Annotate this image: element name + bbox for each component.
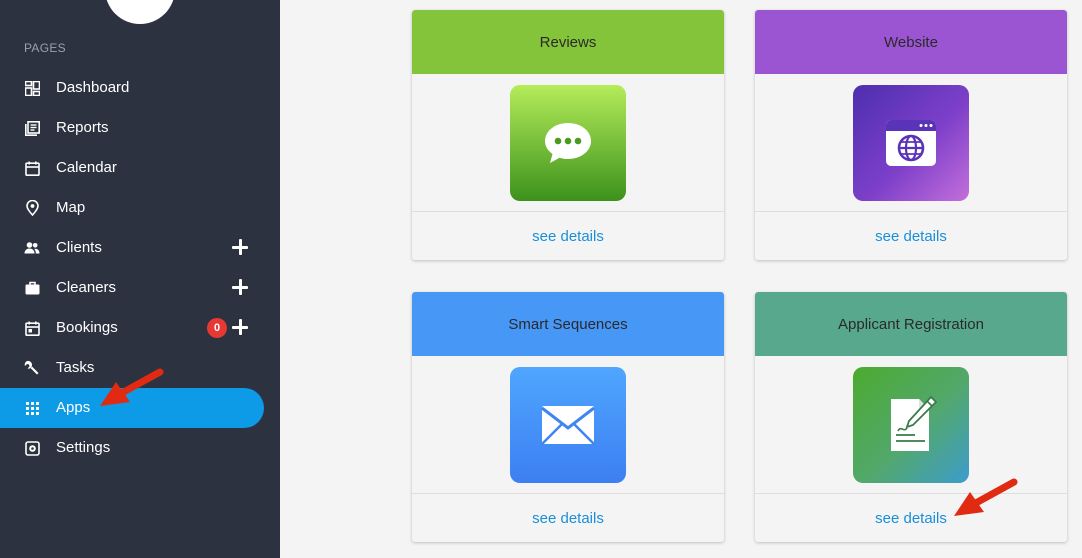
sidebar-item-cleaners[interactable]: Cleaners	[0, 268, 264, 308]
reviews-see-details-link[interactable]: see details	[532, 228, 604, 245]
sidebar-item-bookings[interactable]: Bookings 0	[0, 308, 264, 348]
add-booking-button[interactable]	[230, 317, 250, 337]
sidebar-item-label: Cleaners	[56, 279, 117, 296]
document-pen-icon[interactable]	[853, 366, 969, 483]
website-see-details-link[interactable]: see details	[875, 228, 947, 245]
wrench-icon	[24, 360, 40, 376]
card-title: Applicant Registration	[755, 292, 1067, 356]
card-title: Smart Sequences	[412, 292, 724, 356]
smart-sequences-see-details-link[interactable]: see details	[532, 510, 604, 527]
sidebar-item-label: Reports	[56, 119, 109, 136]
app-card-smart-sequences: Smart Sequences see details	[412, 292, 724, 542]
browser-globe-icon[interactable]	[853, 84, 969, 201]
avatar[interactable]	[105, 0, 175, 24]
briefcase-icon	[24, 280, 40, 296]
sidebar-item-clients[interactable]: Clients	[0, 228, 264, 268]
sidebar-item-label: Dashboard	[56, 79, 130, 96]
sidebar-section-label: PAGES	[24, 41, 66, 55]
sidebar-item-label: Calendar	[56, 159, 117, 176]
settings-icon	[24, 440, 40, 456]
sidebar: PAGES Dashboard Reports Calendar Map Cli…	[0, 0, 280, 558]
clients-icon	[24, 240, 40, 256]
card-title: Reviews	[412, 10, 724, 74]
sidebar-item-label: Map	[56, 199, 86, 216]
sidebar-item-map[interactable]: Map	[0, 188, 264, 228]
envelope-icon[interactable]	[510, 366, 626, 483]
bookings-count-badge: 0	[207, 318, 227, 338]
sidebar-item-label: Tasks	[56, 359, 95, 376]
sidebar-item-label: Bookings	[56, 319, 118, 336]
app-card-applicant-registration: Applicant Registration see details	[755, 292, 1067, 542]
bookings-icon	[24, 320, 40, 336]
app-card-reviews: Reviews see details	[412, 10, 724, 260]
sidebar-item-label: Apps	[56, 399, 91, 416]
calendar-icon	[24, 160, 40, 176]
sidebar-item-tasks[interactable]: Tasks	[0, 348, 264, 388]
chat-bubble-icon[interactable]	[510, 84, 626, 201]
sidebar-item-label: Settings	[56, 439, 111, 456]
dashboard-icon	[24, 80, 40, 96]
app-card-website: Website see details	[755, 10, 1067, 260]
applicant-registration-see-details-link[interactable]: see details	[875, 510, 947, 527]
sidebar-item-settings[interactable]: Settings	[0, 428, 264, 468]
card-title: Website	[755, 10, 1067, 74]
map-pin-icon	[24, 200, 40, 216]
sidebar-item-reports[interactable]: Reports	[0, 108, 264, 148]
sidebar-item-label: Clients	[56, 239, 102, 256]
sidebar-item-dashboard[interactable]: Dashboard	[0, 68, 264, 108]
reports-icon	[24, 120, 40, 136]
apps-grid-icon	[24, 400, 40, 416]
add-client-button[interactable]	[230, 237, 250, 257]
add-cleaner-button[interactable]	[230, 277, 250, 297]
sidebar-item-calendar[interactable]: Calendar	[0, 148, 264, 188]
sidebar-item-apps[interactable]: Apps	[0, 388, 264, 428]
